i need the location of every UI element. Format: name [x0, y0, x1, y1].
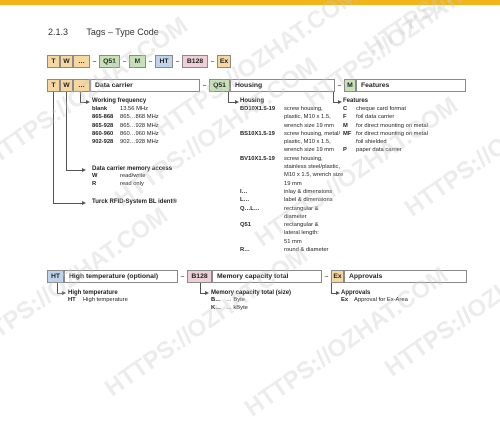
code-ht: HT	[155, 55, 173, 68]
working-frequency-block: Working frequency blank 13.56 MHz 865-868…	[92, 98, 159, 146]
row1-header: T W … Data carrier – Q51 Housing – M Fea…	[47, 79, 467, 92]
list-item: blank 13.56 MHz	[92, 106, 149, 112]
arrow-icon	[62, 291, 66, 295]
housing-block: Housing BD10X1.5-19 screw housing, plastic…	[240, 98, 343, 254]
row1-w: W	[60, 79, 73, 92]
list-item: BS10X1.5-19 screw housing, metal/plastic,…	[240, 130, 341, 154]
row2-ht: HT	[47, 270, 64, 283]
row2-sep: –	[324, 273, 329, 280]
code-sep: –	[210, 58, 215, 65]
connector-line	[66, 92, 67, 171]
row1-q51: Q51	[209, 79, 230, 92]
list-item: 860-960 860…960 MHz	[92, 130, 159, 137]
row1-sep: –	[202, 82, 207, 89]
top-accent-bar	[0, 0, 500, 5]
row2-header: HT High temperature (optional) – B128 Me…	[47, 270, 467, 283]
row2-high-temp-label: High temperature (optional)	[64, 270, 178, 283]
arrow-icon	[82, 201, 86, 205]
row1-housing-label: Housing	[230, 79, 335, 92]
list-item: Wread/write	[92, 173, 146, 179]
list-item: 865-868 865…868 MHz	[92, 114, 159, 121]
row2-approvals-label: Approvals	[344, 270, 467, 283]
code-sep: –	[122, 58, 127, 65]
connector-line	[66, 170, 82, 171]
row2-b128: B128	[187, 270, 212, 283]
connector-line	[53, 203, 82, 204]
list-item: Mfor direct mounting on metal	[343, 122, 428, 129]
section-heading: 2.1.3 Tags – Type Code	[48, 27, 159, 37]
list-item: BV10X1.5-19 screw housing, stainless steel…	[240, 155, 344, 187]
memory-total-block: Memory capacity total (size) B…… Byte K……	[211, 290, 291, 313]
type-code-bar: T W … – Q51 – M – HT – B128 – Ex	[47, 55, 231, 68]
section-title: Tags – Type Code	[86, 27, 159, 37]
list-item: Ccheque card format	[343, 106, 406, 112]
list-item: R… round & diameter	[240, 247, 329, 254]
arrow-icon	[86, 100, 90, 104]
arrow-icon	[336, 291, 340, 295]
code-sep: –	[148, 58, 153, 65]
connector-line	[57, 283, 58, 293]
high-temp-block: High temperature HT High temperature	[68, 290, 128, 304]
connector-line	[228, 92, 229, 102]
list-item: Q…L… rectangular & diameter	[240, 205, 319, 220]
arrow-icon	[205, 291, 209, 295]
memory-access-block: Data carrier memory access Wread/write R…	[92, 166, 172, 189]
watermark: HTTPS://OZHAT.COM	[100, 241, 313, 403]
list-item: 865-928 865…928 MHz	[92, 122, 159, 129]
row1-sep: –	[337, 82, 342, 89]
list-item: HT High temperature	[68, 297, 128, 303]
connector-line	[333, 92, 334, 102]
housing-title: Housing	[240, 98, 264, 104]
approvals-block: Approvals Ex Approval for Ex-Area	[341, 290, 408, 304]
row1-m: M	[344, 79, 356, 92]
connector-line	[53, 92, 54, 204]
code-ex: Ex	[217, 55, 231, 68]
list-item: I… inlay & dimensions	[240, 188, 333, 195]
code-dots: …	[73, 55, 90, 68]
list-item: Q51 rectangular & lateral length: 51 mm	[240, 222, 319, 245]
working-frequency-title: Working frequency	[92, 98, 147, 104]
list-item: Ex Approval for Ex-Area	[341, 297, 408, 303]
code-sep: –	[92, 58, 97, 65]
list-item: L… label & dimensions	[240, 197, 333, 204]
list-item: MF for direct mounting on metal foil shiel…	[343, 130, 428, 146]
code-b128: B128	[182, 55, 208, 68]
code-q51: Q51	[99, 55, 120, 68]
arrow-icon	[338, 100, 342, 104]
list-item: 902-928 902…928 MHz	[92, 139, 159, 146]
features-title: Features	[343, 98, 369, 104]
connector-line	[80, 92, 81, 102]
list-item: BD10X1.5-19 screw housing, plastic, M10 x …	[240, 106, 334, 129]
row2-memory-label: Memory capacity total	[212, 270, 322, 283]
list-item: Rread only	[92, 181, 144, 188]
arrow-icon	[235, 100, 239, 104]
row2-ex: Ex	[331, 270, 344, 283]
code-w: W	[60, 55, 73, 68]
connector-line	[228, 102, 235, 103]
list-item: Ffoil data carrier	[343, 114, 395, 121]
code-t: T	[47, 55, 60, 68]
code-sep: –	[175, 58, 180, 65]
code-m: M	[129, 55, 146, 68]
row1-features-label: Features	[356, 79, 466, 92]
list-item: K…… kByte	[211, 305, 248, 312]
turck-system-title: Turck RFID-System BL ident®	[92, 199, 177, 205]
connector-line	[200, 283, 201, 293]
features-block: Features Ccheque card format Ffoil data …	[343, 98, 428, 155]
arrow-icon	[82, 168, 86, 172]
section-number: 2.1.3	[48, 27, 69, 37]
row2-sep: –	[180, 273, 185, 280]
list-item: Ppaper data carrier	[343, 147, 402, 154]
watermark: HTTPS://OZHAT.COM	[360, 0, 500, 63]
watermark: HTTPS://OZHAT.COM	[300, 0, 500, 113]
connector-line	[331, 283, 332, 293]
row1-data-carrier-label: Data carrier	[90, 79, 200, 92]
watermark: HTTPS://OZHAT.COM	[240, 261, 453, 423]
list-item: B…… Byte	[211, 297, 246, 303]
row1-dots: …	[73, 79, 90, 92]
row1-t: T	[47, 79, 60, 92]
